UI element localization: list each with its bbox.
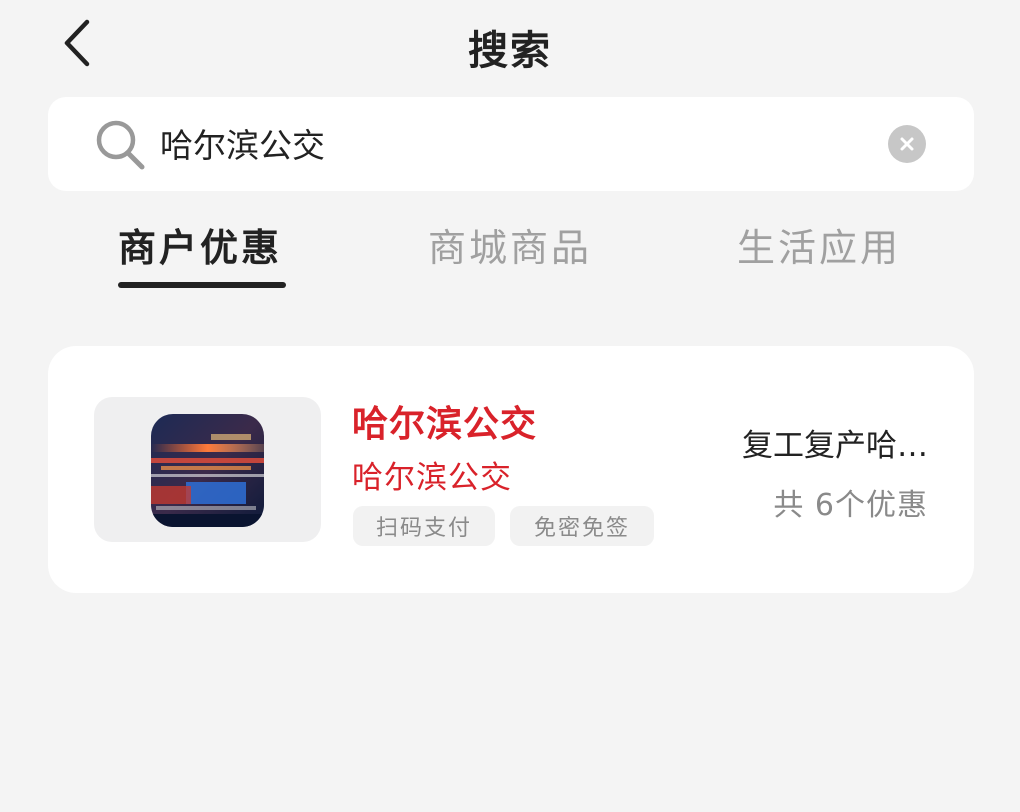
- page-title: 搜索: [468, 28, 552, 74]
- tab-life-apps[interactable]: 生活应用: [737, 217, 901, 272]
- promo-count: 共 6个优惠: [773, 488, 928, 523]
- promo-title: 复工复产哈…: [742, 428, 928, 464]
- category-tabs: 商户优惠 商城商品 生活应用: [0, 205, 1020, 295]
- tab-mall-products[interactable]: 商城商品: [428, 217, 592, 272]
- tab-merchant-offers[interactable]: 商户优惠: [118, 217, 282, 272]
- clear-search-button[interactable]: [888, 125, 926, 163]
- merchant-name: 哈尔滨公交: [352, 404, 538, 445]
- close-icon: [900, 137, 914, 151]
- active-tab-indicator: [118, 282, 286, 288]
- tag-scan-pay: 扫码支付: [353, 506, 495, 546]
- search-input[interactable]: [160, 118, 860, 168]
- merchant-subtitle: 哈尔滨公交: [352, 460, 512, 496]
- tag-password-free: 免密免签: [510, 506, 654, 546]
- header-bar: 搜索: [0, 0, 1020, 90]
- search-icon: [96, 120, 145, 170]
- bus-photo-icon: [151, 414, 264, 527]
